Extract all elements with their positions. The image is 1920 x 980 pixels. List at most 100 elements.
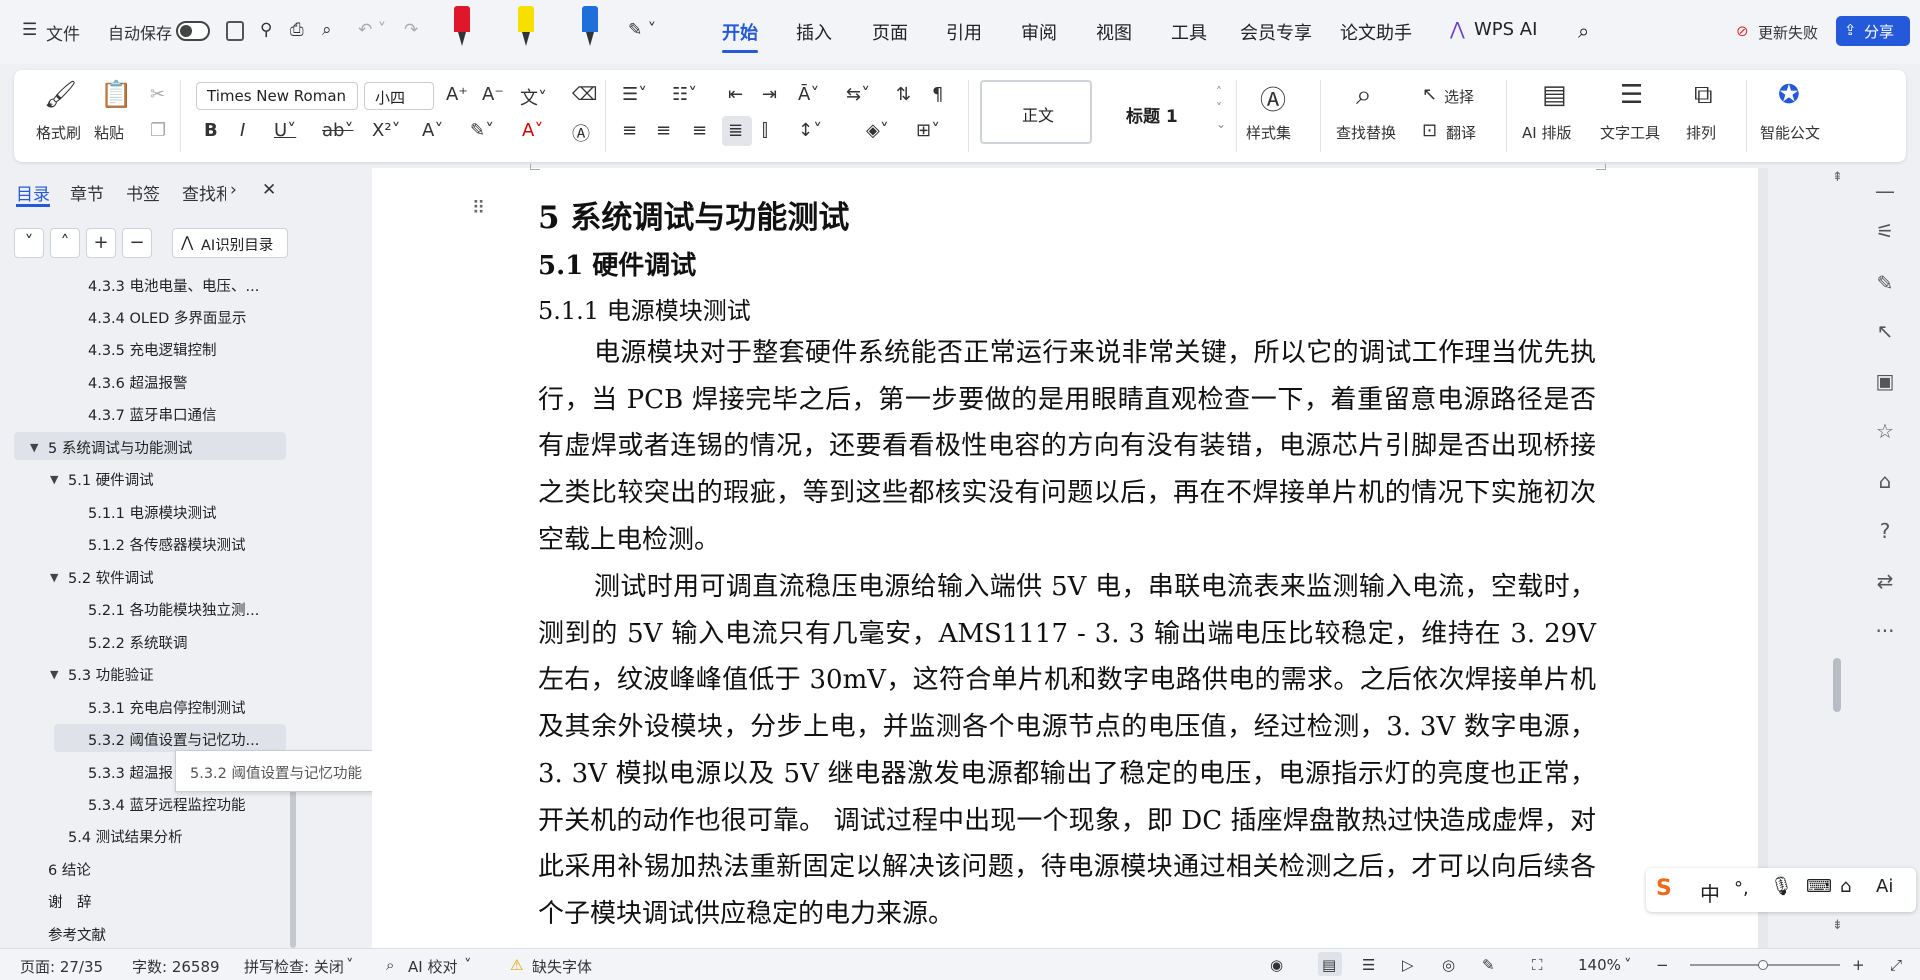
tab-review[interactable]: 审阅 <box>1021 19 1057 45</box>
format-painter-label[interactable]: 格式刷 <box>36 122 81 143</box>
fullscreen-icon[interactable]: ⤢ <box>1890 956 1902 974</box>
red-pen-icon[interactable] <box>454 6 470 32</box>
text-tools-label[interactable]: 文字工具 <box>1600 122 1660 143</box>
collapse-icon[interactable]: — <box>1872 178 1898 204</box>
tab-page[interactable]: 页面 <box>872 19 908 45</box>
toc-item[interactable]: 谢 辞 <box>48 891 92 912</box>
smart-doc-icon[interactable]: ✪ <box>1778 80 1800 110</box>
align-right-icon[interactable]: ≡ <box>692 120 707 141</box>
page-view-icon[interactable]: ▤ <box>1322 956 1336 974</box>
toc-item[interactable]: 5.1.2 各传感器模块测试 <box>88 534 246 555</box>
clear-format-icon[interactable]: ⌫ <box>572 84 597 105</box>
zoom-slider-knob[interactable] <box>1758 960 1768 970</box>
pen-style-icon[interactable]: ✎ ˅ <box>628 20 656 40</box>
ime-lang[interactable]: 中 <box>1700 878 1720 907</box>
chevron-down-icon[interactable]: ˅ <box>464 956 472 974</box>
toc-item[interactable]: 5.1.1 电源模块测试 <box>88 502 217 523</box>
bold-icon[interactable]: B <box>204 120 218 141</box>
paste-label[interactable]: 粘贴 <box>94 122 124 143</box>
shading-icon[interactable]: ◈˅ <box>866 120 889 141</box>
autosave-toggle[interactable] <box>176 21 210 41</box>
page-count[interactable]: 页面: 27/35 <box>20 956 103 977</box>
tab-references[interactable]: 引用 <box>946 19 982 45</box>
align-left-icon[interactable]: ≡ <box>622 120 637 141</box>
tab-member[interactable]: 会员专享 <box>1240 19 1312 45</box>
format-painter-icon[interactable]: 🖌 <box>44 80 77 110</box>
toc-item[interactable]: 5.3.2 阈值设置与记忆功... <box>88 729 259 750</box>
edit-icon[interactable]: ✎ <box>1872 270 1898 296</box>
tab-tools[interactable]: 工具 <box>1171 19 1207 45</box>
remove-toc-button[interactable]: − <box>122 228 152 258</box>
tab-insert[interactable]: 插入 <box>796 19 832 45</box>
italic-icon[interactable]: I <box>240 120 245 141</box>
undo-icon[interactable]: ↶ ˅ <box>358 20 386 40</box>
copy-icon[interactable]: ❐ <box>150 120 166 141</box>
style-heading1-label[interactable]: 标题 1 <box>1126 102 1178 127</box>
search-icon[interactable]: ⌕ <box>1578 19 1589 43</box>
ai-check[interactable]: AI 校对 <box>408 956 457 977</box>
toc-item[interactable]: 5.4 测试结果分析 <box>68 826 183 847</box>
doc-scrollbar-thumb[interactable] <box>1833 658 1841 712</box>
help-icon[interactable]: ? <box>1872 518 1898 544</box>
ime-keyboard-icon[interactable]: ⌨ <box>1806 876 1832 897</box>
shrink-font-icon[interactable]: A⁻ <box>482 84 504 105</box>
hamburger-icon[interactable]: ☰ <box>22 20 37 40</box>
ai-layout-icon[interactable]: ▤ <box>1542 80 1567 110</box>
ime-punct-icon[interactable]: °, <box>1734 878 1749 899</box>
expand-caret-icon[interactable]: ▼ <box>30 441 38 454</box>
ai-toc-button[interactable]: ⋀ AI识别目录 <box>172 228 288 258</box>
add-toc-button[interactable]: + <box>86 228 116 258</box>
ime-skin-icon[interactable]: ⌂ <box>1840 876 1851 897</box>
select-label[interactable]: 选择 <box>1444 86 1474 107</box>
chevron-down-icon[interactable]: ˅ <box>1624 956 1632 974</box>
style-normal-box[interactable]: 正文 <box>980 80 1092 144</box>
style-scroll-icon[interactable]: ˄ ˅ ⌄ <box>1216 84 1226 132</box>
shirt-icon[interactable]: ⌂ <box>1872 468 1898 494</box>
translate-label[interactable]: 翻译 <box>1446 122 1476 143</box>
select-pointer-icon[interactable]: ↖ <box>1872 318 1898 344</box>
grow-font-icon[interactable]: A⁺ <box>446 84 468 105</box>
image-icon[interactable]: ▣ <box>1872 368 1898 394</box>
strikethrough-icon[interactable]: ab˅ <box>322 120 353 141</box>
find-replace-label[interactable]: 查找替换 <box>1336 122 1396 143</box>
paste-icon[interactable]: 📋 <box>100 80 132 110</box>
char-border-icon[interactable]: Ⓐ <box>572 120 590 146</box>
translate-icon[interactable]: ⊡ <box>1422 120 1437 141</box>
text-tools-icon[interactable]: ☰ <box>1620 80 1643 110</box>
redo-icon[interactable]: ↷ <box>404 20 418 40</box>
toc-item[interactable]: 4.3.3 电池电量、电压、... <box>88 275 259 296</box>
show-marks-icon[interactable]: ¶ <box>932 84 943 105</box>
text-effect-icon[interactable]: A˅ <box>422 120 443 141</box>
tab-thesis[interactable]: 论文助手 <box>1340 19 1412 45</box>
zoom-level[interactable]: 140% <box>1578 956 1621 974</box>
justify-icon[interactable]: ≣ <box>728 120 743 141</box>
more-icon[interactable]: ··· <box>1872 618 1898 644</box>
save-icon[interactable] <box>226 21 244 41</box>
outline-view-icon[interactable]: ☰ <box>1362 956 1375 974</box>
zoom-out-icon[interactable]: − <box>1656 956 1669 974</box>
tab-chapters[interactable]: 章节 <box>70 180 104 205</box>
file-menu[interactable]: 文件 <box>46 20 80 45</box>
toc-item[interactable]: 4.3.7 蓝牙串口通信 <box>88 404 217 425</box>
toc-item[interactable]: 4.3.6 超温报警 <box>88 372 188 393</box>
collapse-up-button[interactable]: ˄ <box>50 228 80 258</box>
close-icon[interactable]: ✕ <box>262 180 276 200</box>
arrange-icon[interactable]: ⧉ <box>1694 80 1713 111</box>
ai-layout-label[interactable]: AI 排版 <box>1522 122 1571 143</box>
expand-caret-icon[interactable]: ▼ <box>50 473 58 486</box>
toc-item[interactable]: 5.2 软件调试 <box>68 567 154 588</box>
ime-ai-icon[interactable]: Ai <box>1876 876 1893 897</box>
toc-item[interactable]: 5.2.2 系统联调 <box>88 632 188 653</box>
missing-font[interactable]: 缺失字体 <box>532 956 592 977</box>
expand-caret-icon[interactable]: ▼ <box>50 668 58 681</box>
toc-item[interactable]: 5.3 功能验证 <box>68 664 154 685</box>
style-set-label[interactable]: 样式集 <box>1246 122 1291 143</box>
font-size-select[interactable]: 小四 <box>364 82 434 110</box>
border-icon[interactable]: ⊞˅ <box>916 120 940 141</box>
sort-chinese-icon[interactable]: ⇆˅ <box>846 84 870 105</box>
tab-toc[interactable]: 目录 <box>16 180 50 205</box>
zoom-in-icon[interactable]: + <box>1852 956 1865 974</box>
collapse-down-button[interactable]: ˅ <box>14 228 44 258</box>
share-doc-icon[interactable]: ⚲ <box>260 20 272 40</box>
bullet-list-icon[interactable]: ☰˅ <box>622 84 647 105</box>
